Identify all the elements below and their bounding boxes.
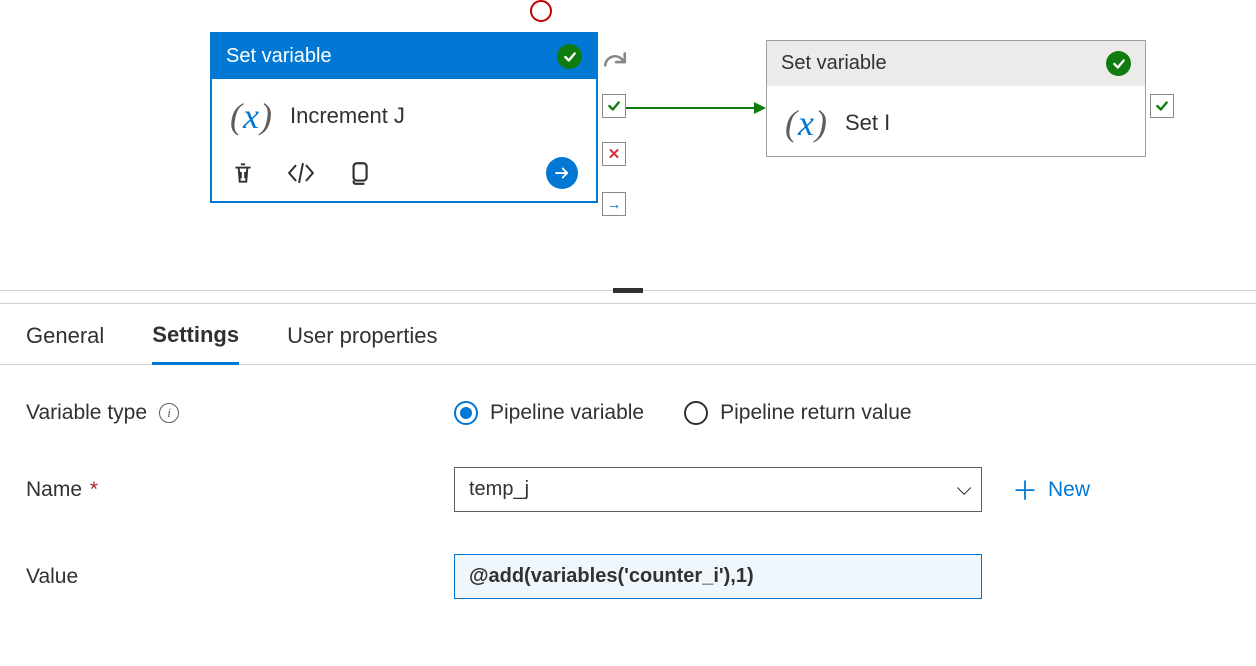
highlight-circle <box>530 0 552 22</box>
drag-handle-icon[interactable] <box>613 288 643 293</box>
value-expression-input[interactable]: @add(variables('counter_i'),1) <box>454 554 982 599</box>
pipeline-canvas[interactable]: Set variable (x) Increment J <box>0 0 1256 290</box>
required-indicator: * <box>84 478 98 501</box>
new-link-label: New <box>1048 478 1090 502</box>
code-icon[interactable] <box>286 162 316 184</box>
name-select-value: temp_j <box>469 478 529 501</box>
activity-set-variable-increment-j[interactable]: Set variable (x) Increment J <box>210 32 598 203</box>
activity-type-label: Set variable <box>781 52 887 75</box>
variable-icon: (x) <box>785 102 827 144</box>
tab-general[interactable]: General <box>26 323 104 363</box>
connector-arrow <box>626 98 766 118</box>
activity-name-label: Set I <box>845 110 890 136</box>
activity-header[interactable]: Set variable <box>767 41 1145 86</box>
activity-type-label: Set variable <box>226 45 332 68</box>
settings-form: Variable type i Pipeline variable Pipeli… <box>0 365 1256 599</box>
radio-pipeline-return-value[interactable]: Pipeline return value <box>684 401 911 425</box>
radio-pipeline-return-value-label: Pipeline return value <box>720 401 911 425</box>
activity-header[interactable]: Set variable <box>212 34 596 79</box>
activity-toolbar <box>212 149 596 201</box>
activity-body: (x) Increment J <box>212 79 596 149</box>
redo-port-icon[interactable] <box>602 50 628 72</box>
info-icon[interactable]: i <box>159 403 179 423</box>
activity-name-label: Increment J <box>290 103 405 129</box>
variable-type-label: Variable type i <box>26 401 454 425</box>
radio-pipeline-variable[interactable]: Pipeline variable <box>454 401 644 425</box>
variable-icon: (x) <box>230 95 272 137</box>
panel-resize-handle[interactable] <box>0 290 1256 304</box>
run-button[interactable] <box>546 157 578 189</box>
value-expression-text: @add(variables('counter_i'),1) <box>469 565 754 587</box>
status-success-icon <box>557 44 582 69</box>
radio-pipeline-variable-label: Pipeline variable <box>490 401 644 425</box>
failure-port-icon[interactable]: ✕ <box>602 142 626 166</box>
plus-icon: ＋ <box>1012 471 1038 508</box>
skip-port-icon[interactable]: → <box>602 192 626 216</box>
activity-body: (x) Set I <box>767 86 1145 156</box>
success-port-icon[interactable] <box>1150 94 1174 118</box>
activity-set-variable-set-i[interactable]: Set variable (x) Set I <box>766 40 1146 157</box>
chevron-down-icon <box>957 480 971 494</box>
success-port-icon[interactable] <box>602 94 626 118</box>
new-variable-link[interactable]: ＋ New <box>1012 471 1090 508</box>
name-select[interactable]: temp_j <box>454 467 982 512</box>
radio-circle-icon <box>684 401 708 425</box>
status-success-icon <box>1106 51 1131 76</box>
value-label: Value <box>26 565 454 589</box>
tab-settings[interactable]: Settings <box>152 322 239 365</box>
radio-circle-icon <box>454 401 478 425</box>
delete-icon[interactable] <box>230 159 256 187</box>
tab-user-properties[interactable]: User properties <box>287 323 437 363</box>
clone-icon[interactable] <box>346 159 372 187</box>
name-label: Name * <box>26 478 454 502</box>
panel-tabs: General Settings User properties <box>0 304 1256 365</box>
variable-type-radio-group: Pipeline variable Pipeline return value <box>454 401 912 425</box>
